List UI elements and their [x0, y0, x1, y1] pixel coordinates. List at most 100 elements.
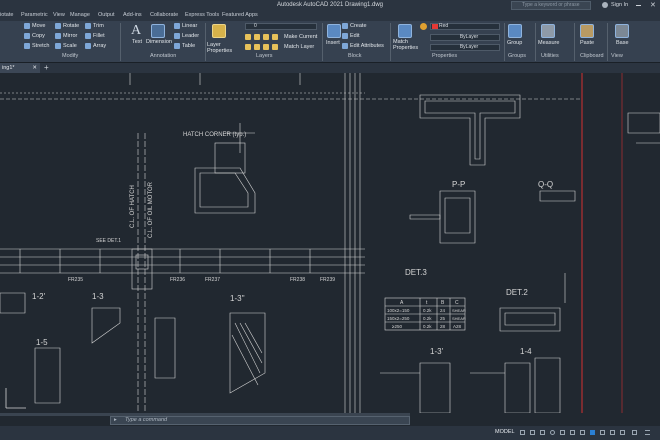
copy-icon	[24, 33, 30, 39]
command-placeholder: Type a command	[125, 417, 168, 423]
move-icon	[24, 23, 30, 29]
fillet-button[interactable]: Fillet	[93, 33, 105, 39]
table-cell: 25	[440, 316, 446, 321]
customize-icon[interactable]	[620, 430, 625, 435]
drawing-label: FR238	[290, 277, 305, 283]
model-tab[interactable]: MODEL	[495, 429, 515, 435]
transparency-icon[interactable]	[590, 430, 595, 435]
table-cell: 24	[440, 308, 446, 313]
tab-featured-apps[interactable]: Featured Apps	[222, 12, 258, 18]
edit-block-icon	[342, 33, 348, 39]
leader-button[interactable]: Leader	[182, 33, 199, 39]
color-dropdown[interactable]: Red	[430, 23, 500, 30]
separator	[535, 23, 536, 61]
panel-label-block: Block	[348, 53, 362, 59]
layer-dropdown[interactable]: 0	[245, 23, 317, 30]
base-view-icon	[615, 24, 629, 38]
command-input[interactable]: ▸ Type a command	[110, 416, 410, 425]
trim-button[interactable]: Trim	[93, 23, 104, 29]
document-tab[interactable]: ing1* ✕	[0, 63, 40, 73]
close-icon[interactable]: ✕	[650, 1, 656, 9]
base-view-button[interactable]: Base	[616, 40, 629, 46]
tab-manage[interactable]: Manage	[70, 12, 90, 18]
layer-tool-icon[interactable]	[245, 34, 251, 40]
measure-button[interactable]: Measure	[538, 40, 559, 46]
scale-button[interactable]: Scale	[63, 43, 77, 49]
trim-icon	[85, 23, 91, 29]
close-icon[interactable]: ✕	[32, 63, 37, 73]
tab-addins[interactable]: Add-ins	[123, 12, 142, 18]
table-button[interactable]: Table	[182, 43, 195, 49]
layer-tool-icon[interactable]	[254, 44, 260, 50]
match-layer-button[interactable]: Match Layer	[284, 44, 314, 50]
tab-view[interactable]: View	[53, 12, 65, 18]
layer-tool-icon[interactable]	[254, 34, 260, 40]
grid-icon[interactable]	[520, 430, 525, 435]
tab-parametric[interactable]: Parametric	[21, 12, 48, 18]
menu-icon[interactable]	[645, 430, 650, 435]
move-button[interactable]: Move	[32, 23, 45, 29]
make-current-button[interactable]: Make Current	[284, 34, 317, 40]
text-button[interactable]: Text	[132, 39, 142, 45]
drawing-label: FR235	[68, 277, 83, 283]
table-cell: C	[455, 300, 459, 306]
ribbon-tabs: iotate Parametric View Manage Output Add…	[0, 11, 660, 21]
tab-express-tools[interactable]: Express Tools	[185, 12, 219, 18]
lineweight-dropdown-value: ByLayer	[459, 44, 479, 50]
new-tab-icon[interactable]: +	[44, 63, 49, 72]
layer-tool-icon[interactable]	[245, 44, 251, 50]
layer-tool-icon[interactable]	[272, 34, 278, 40]
tab-rotate[interactable]: iotate	[0, 12, 13, 18]
panel-label-layers: Layers	[256, 53, 273, 59]
table-icon	[174, 43, 180, 49]
rotate-icon	[55, 23, 61, 29]
table-cell: 100x2=150	[387, 308, 410, 313]
search-input[interactable]: Type a keyword or phrase	[511, 1, 591, 10]
fillet-icon	[85, 33, 91, 39]
layer-properties-button[interactable]: Layer Properties	[207, 42, 237, 54]
polar-icon[interactable]	[550, 430, 555, 435]
layer-tool-icon[interactable]	[263, 44, 269, 50]
tab-collaborate[interactable]: Collaborate	[150, 12, 178, 18]
annotation-scale-icon[interactable]	[600, 430, 605, 435]
edit-attributes-button[interactable]: Edit Attributes	[350, 43, 384, 49]
drawing-canvas[interactable]: HATCH CORNER (typ.) P-P Q-Q DET.3 DET.2 …	[0, 73, 660, 413]
match-properties-button[interactable]: Match Properties	[393, 39, 419, 51]
table-cell: 0.2k	[423, 316, 432, 321]
minimize-icon[interactable]	[636, 5, 641, 6]
insert-button[interactable]: Insert	[326, 40, 340, 46]
table-cell: t	[426, 300, 428, 306]
rotate-button[interactable]: Rotate	[63, 23, 79, 29]
stretch-button[interactable]: Stretch	[32, 43, 49, 49]
table-cell: B	[441, 300, 445, 306]
otrack-icon[interactable]	[570, 430, 575, 435]
sign-in-button[interactable]: Sign In	[611, 2, 628, 8]
layer-tool-icon[interactable]	[272, 44, 278, 50]
ortho-icon[interactable]	[540, 430, 545, 435]
tab-output[interactable]: Output	[98, 12, 115, 18]
fullscreen-icon[interactable]	[632, 430, 637, 435]
group-button[interactable]: Group	[507, 40, 522, 46]
table-cell: 0.2k	[423, 308, 432, 313]
workspace-icon[interactable]	[610, 430, 615, 435]
create-block-icon	[342, 23, 348, 29]
dimension-icon	[151, 24, 165, 38]
layer-tool-icon[interactable]	[263, 34, 269, 40]
drawing-label: FR239	[320, 277, 335, 283]
snap-icon[interactable]	[530, 430, 535, 435]
drawing-label: FR236	[170, 277, 185, 283]
table-cell: A28	[453, 324, 462, 329]
mirror-button[interactable]: Mirror	[63, 33, 77, 39]
linear-button[interactable]: Linear	[182, 23, 197, 29]
linetype-dropdown[interactable]: ByLayer	[430, 34, 500, 41]
array-button[interactable]: Array	[93, 43, 106, 49]
copy-button[interactable]: Copy	[32, 33, 45, 39]
osnap-icon[interactable]	[560, 430, 565, 435]
lineweight-dropdown[interactable]: ByLayer	[430, 44, 500, 51]
dimension-button[interactable]: Dimension	[146, 39, 172, 45]
edit-block-button[interactable]: Edit	[350, 33, 359, 39]
create-block-button[interactable]: Create	[350, 23, 367, 29]
lineweight-icon[interactable]	[580, 430, 585, 435]
panel-label-view: View	[611, 53, 623, 59]
paste-button[interactable]: Paste	[580, 40, 594, 46]
